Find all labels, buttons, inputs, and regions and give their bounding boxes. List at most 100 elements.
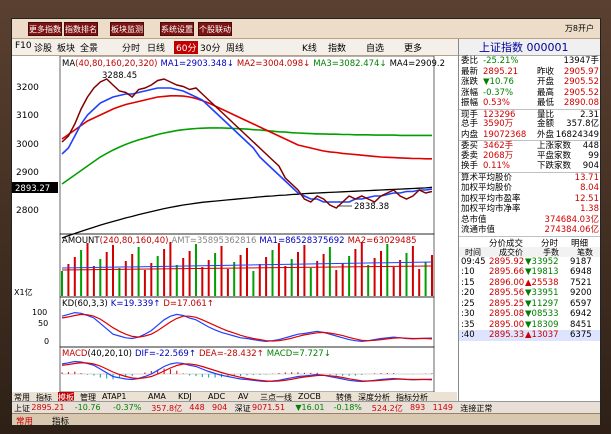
ma1-line (61, 87, 433, 203)
amount-bar (360, 242, 363, 296)
amount-bar (80, 250, 83, 296)
amount-bar (322, 254, 325, 296)
trade-row[interactable]: :20 2895.56 ▼33951 9200 (459, 288, 600, 299)
sector-button[interactable]: 板块 (57, 41, 75, 54)
status-item: -10.76 (74, 403, 101, 412)
stat-row: 算术平均股价 13.71 (461, 172, 599, 183)
amount-bar (195, 244, 197, 296)
kline-button[interactable]: K线 (302, 41, 317, 54)
amount-bar (233, 262, 236, 296)
indicator-tab[interactable]: ZOCB (298, 392, 321, 401)
tab-weekly[interactable]: 周线 (226, 41, 244, 54)
index-button[interactable]: 指数 (328, 41, 346, 54)
trade-row[interactable]: :30 2895.08 ▼08533 6942 (459, 309, 600, 320)
amount-bar (143, 270, 146, 296)
trade-row[interactable]: :35 2895.00 ▼18309 8451 (459, 320, 600, 331)
quote-title: 上证指数 000001 (459, 39, 600, 56)
tab-60min[interactable]: 60分 (174, 41, 199, 54)
menu-more-index[interactable]: 更多指数 (28, 22, 62, 36)
bottom-common[interactable]: 常用 (16, 415, 33, 425)
amount-bar (431, 255, 433, 296)
amount-bar (188, 251, 191, 296)
status-bar: 上证 2895.21 -10.76 -0.37% 357.8亿 448 904 深证 9071.… (12, 401, 600, 413)
price-tick-2800: 2800 (16, 206, 39, 216)
indicator-tab[interactable]: KDJ (178, 392, 192, 401)
overview-button[interactable]: 全景 (80, 41, 98, 54)
menu-sector-monitor[interactable]: 板块监测 (110, 22, 144, 36)
quote-row: 委比 -25.21% 13947手 (461, 56, 599, 66)
indicator-tab[interactable]: ATAP1 (102, 392, 127, 401)
amount-bar (373, 258, 376, 296)
tab-intraday[interactable]: 分时 (122, 41, 140, 54)
quote-row: 委买 3462手 上涨家数 448 (459, 140, 600, 151)
amount-bar (112, 245, 114, 296)
diagnose-button[interactable]: 诊股 (34, 41, 52, 54)
f10-button[interactable]: F10 (15, 41, 32, 51)
amount-bar (239, 255, 242, 296)
menu-stock-link[interactable]: 个股联动 (198, 22, 232, 36)
trade-row[interactable]: 09:45 2895.92 ▼33952 9187 (459, 257, 600, 268)
stat-row: 总市值 374684.03亿 (461, 214, 599, 225)
status-item: 9071.51 (252, 403, 286, 412)
tab-30min[interactable]: 30分 (200, 41, 220, 54)
indicator-tab[interactable]: AV (238, 392, 248, 401)
indicator-tab[interactable]: ADC (208, 392, 225, 401)
kline-chart[interactable]: MA(40,80,160,20,320) MA1=2903.348↓ MA2=300… (12, 55, 457, 402)
quote-row: 涨跌 ▼10.76 开盘 2905.52 (461, 77, 599, 87)
stat-row: 流通市值 274384.06亿 (461, 225, 599, 235)
trade-row[interactable]: :15 2896.00 ▲25538 7521 (459, 278, 600, 289)
amount-bar (265, 257, 268, 296)
low-annotation: 2838.38 (354, 202, 389, 212)
amount-bar (258, 264, 261, 296)
amount-bar (392, 267, 395, 296)
kd-tick-0: 0 (44, 337, 49, 346)
amount-bar (348, 256, 351, 296)
amount-bar (67, 264, 70, 296)
indicator-tab[interactable]: AMA (148, 392, 166, 401)
amount-bar (124, 261, 127, 296)
bottom-indicator[interactable]: 指标 (52, 415, 69, 425)
status-item: ▼16.01 (295, 403, 325, 412)
menu-bar: 更多指数 指数排名 板块监测 系统设置 个股联动 万8开户 (12, 19, 600, 39)
status-item: 893 (410, 403, 426, 412)
status-item: 448 (189, 403, 205, 412)
amount-bar (354, 249, 357, 296)
amount-bar (386, 244, 389, 296)
amount-unit: X1亿 (14, 287, 33, 297)
menu-settings[interactable]: 系统设置 (160, 22, 194, 36)
trade-row[interactable]: :10 2895.66 ▼19813 6948 (459, 267, 600, 278)
trade-row[interactable]: :25 2895.25 ▼11297 6597 (459, 299, 600, 310)
amount-bar (156, 256, 159, 296)
amount-bar (118, 268, 121, 296)
amount-label: AMOUNT(240,80,160,40) AMT=35895362816 MA1=… (62, 236, 417, 246)
amount-bar (335, 270, 338, 296)
more-button[interactable]: 更多 (404, 41, 422, 54)
amount-bar (131, 254, 134, 296)
tab-daily[interactable]: 日线 (147, 41, 165, 54)
open-account-link[interactable]: 万8开户 (565, 23, 594, 34)
menu-index-rank[interactable]: 指数排名 (64, 22, 98, 36)
status-item: -0.18% (333, 403, 362, 412)
amount-bar (150, 263, 153, 296)
trade-row[interactable]: :40 2895.33 ▲13037 6375 (459, 330, 600, 341)
amount-bar (220, 246, 223, 296)
amount-bar (309, 268, 312, 296)
current-price: 2893.27 (15, 184, 50, 194)
amount-bar (214, 253, 217, 296)
price-tick-3000: 3000 (16, 140, 39, 150)
amount-bar (61, 271, 63, 296)
watchlist-button[interactable]: 自选 (366, 41, 384, 54)
status-item: 1149 (432, 403, 453, 412)
kd-tick-50: 50 (38, 319, 48, 328)
amount-bar (99, 259, 102, 296)
app-window: 更多指数 指数排名 板块监测 系统设置 个股联动 万8开户 F10 诊股 板块 … (0, 0, 611, 434)
kd-label: KD(60,3,3) K=19.339↑ D=17.061↑ (62, 299, 214, 309)
bottom-bar: 常用 指标 (12, 413, 600, 425)
stat-row: 加权平均股价 8.04 (461, 183, 599, 193)
quote-row: 振幅 0.53% 最低 2890.08 (461, 98, 599, 108)
status-item: -0.37% (113, 403, 142, 412)
chart-area[interactable]: MA(40,80,160,20,320) MA1=2903.348↓ MA2=300… (12, 55, 457, 402)
amount-bar (163, 249, 166, 296)
amount-bar (271, 250, 274, 296)
quote-row: 涨幅 -0.37% 最高 2905.52 (461, 87, 599, 98)
